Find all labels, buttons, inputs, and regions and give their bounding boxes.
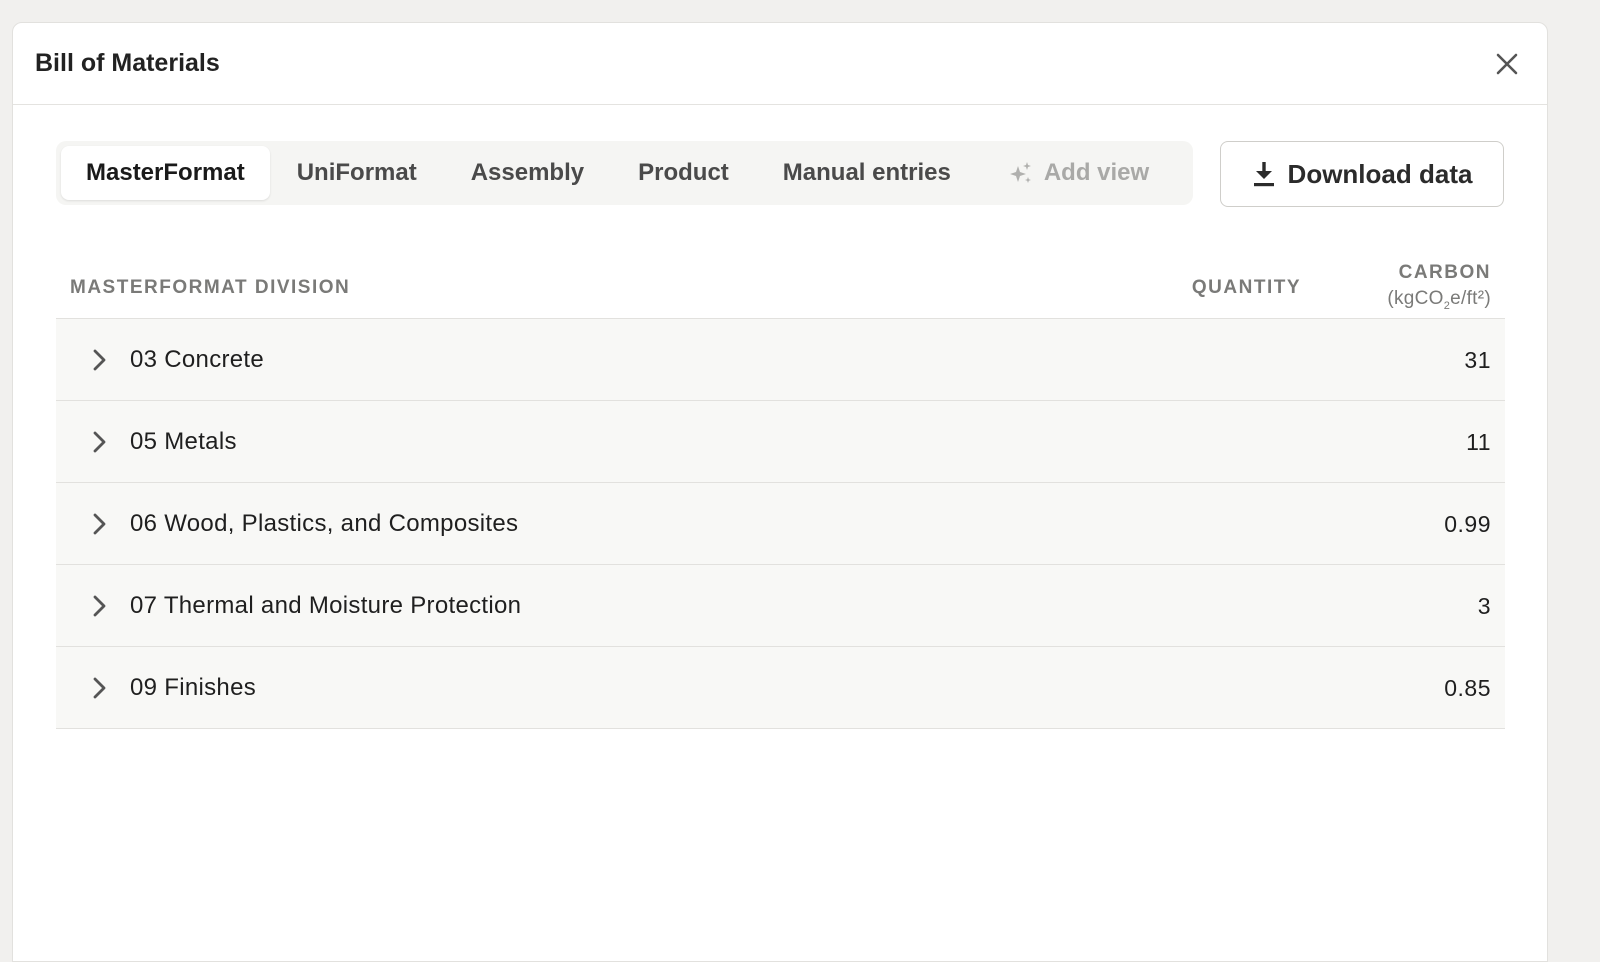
carbon-unit-label: (kgCO2e/ft²) bbox=[1387, 288, 1491, 312]
carbon-value: 31 bbox=[1464, 347, 1491, 373]
carbon-value: 11 bbox=[1466, 429, 1491, 455]
carbon-header-label: CARBON bbox=[1398, 262, 1491, 283]
column-header-division: MASTERFORMAT DIVISION bbox=[70, 277, 351, 298]
tab-assembly[interactable]: Assembly bbox=[444, 146, 611, 200]
modal-title: Bill of Materials bbox=[35, 49, 220, 77]
division-label: 06 Wood, Plastics, and Composites bbox=[130, 510, 519, 537]
chevron-right-icon[interactable] bbox=[88, 675, 110, 701]
carbon-value: 0.85 bbox=[1444, 675, 1491, 701]
column-header-carbon: CARBON (kgCO2e/ft²) bbox=[1387, 262, 1491, 312]
chevron-right-icon[interactable] bbox=[88, 429, 110, 455]
close-button[interactable] bbox=[1489, 46, 1525, 82]
chevron-right-icon[interactable] bbox=[88, 593, 110, 619]
sparkle-icon bbox=[1009, 162, 1031, 183]
table-row[interactable]: 07 Thermal and Moisture Protection 3 bbox=[56, 565, 1505, 647]
tab-product[interactable]: Product bbox=[611, 146, 756, 200]
close-icon bbox=[1496, 53, 1518, 74]
division-label: 03 Concrete bbox=[130, 346, 265, 373]
modal-header: Bill of Materials bbox=[13, 23, 1547, 105]
tab-masterformat[interactable]: MasterFormat bbox=[61, 146, 270, 200]
download-data-label: Download data bbox=[1287, 158, 1473, 189]
tab-manual-entries[interactable]: Manual entries bbox=[756, 146, 978, 200]
table-header: MASTERFORMAT DIVISION QUANTITY CARBON (k… bbox=[56, 249, 1505, 319]
chevron-right-icon[interactable] bbox=[88, 347, 110, 373]
table-row[interactable]: 05 Metals 11 bbox=[56, 401, 1505, 483]
add-view-label: Add view bbox=[1043, 159, 1150, 186]
bom-table: MASTERFORMAT DIVISION QUANTITY CARBON (k… bbox=[56, 249, 1505, 729]
carbon-value: 0.99 bbox=[1444, 511, 1491, 537]
chevron-right-icon[interactable] bbox=[88, 511, 110, 537]
download-data-button[interactable]: Download data bbox=[1220, 141, 1504, 207]
table-row[interactable]: 06 Wood, Plastics, and Composites 0.99 bbox=[56, 483, 1505, 565]
column-header-quantity: QUANTITY bbox=[1191, 277, 1301, 298]
table-row[interactable]: 09 Finishes 0.85 bbox=[56, 647, 1505, 729]
toolbar: MasterFormat UniFormat Assembly Product … bbox=[56, 141, 1504, 209]
tab-uniformat[interactable]: UniFormat bbox=[270, 146, 444, 200]
division-label: 07 Thermal and Moisture Protection bbox=[130, 592, 522, 619]
table-row[interactable]: 03 Concrete 31 bbox=[56, 319, 1505, 401]
bill-of-materials-modal: Bill of Materials MasterFormat UniFormat… bbox=[12, 22, 1548, 962]
division-label: 09 Finishes bbox=[130, 674, 257, 701]
add-view-button[interactable]: Add view bbox=[978, 146, 1176, 200]
carbon-value: 3 bbox=[1477, 593, 1491, 619]
download-icon bbox=[1253, 162, 1274, 187]
view-tabs: MasterFormat UniFormat Assembly Product … bbox=[56, 141, 1193, 205]
division-label: 05 Metals bbox=[130, 428, 237, 455]
